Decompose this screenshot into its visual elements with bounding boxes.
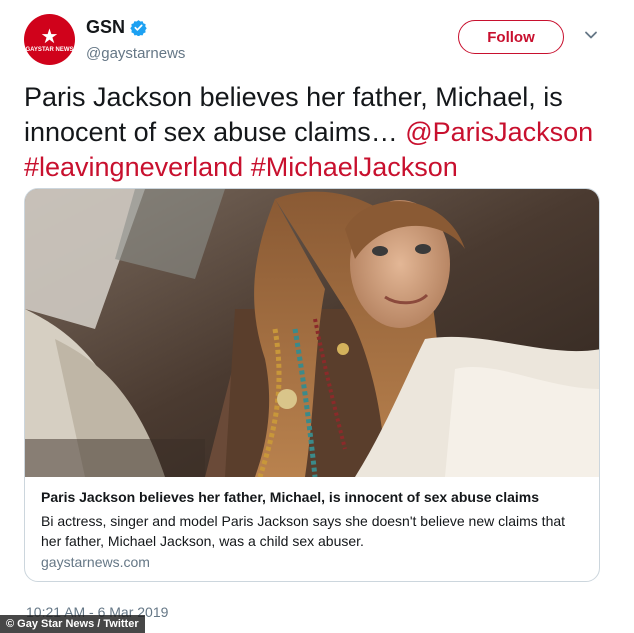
link-card[interactable]: Paris Jackson believes her father, Micha…	[24, 188, 600, 582]
avatar-label: GAYSTAR NEWS	[25, 46, 74, 53]
verified-badge-icon	[130, 20, 147, 36]
hashtag-link[interactable]: #leavingneverland	[24, 152, 243, 182]
follow-button[interactable]: Follow	[458, 20, 564, 54]
card-title[interactable]: Paris Jackson believes her father, Micha…	[41, 489, 589, 505]
card-description: Bi actress, singer and model Paris Jacks…	[41, 513, 566, 549]
chevron-down-icon[interactable]	[584, 28, 598, 42]
tweet-text: Paris Jackson believes her father, Micha…	[24, 80, 614, 185]
user-handle[interactable]: @gaystarnews	[86, 45, 185, 62]
star-icon: ★	[40, 23, 59, 48]
tweet-header: ★ GAYSTAR NEWS GSN @gaystarnews Follow	[24, 14, 610, 74]
photo-credit: © Gay Star News / Twitter	[0, 615, 145, 633]
hashtag-link[interactable]: #MichaelJackson	[251, 152, 458, 182]
avatar[interactable]: ★ GAYSTAR NEWS	[24, 14, 75, 65]
display-name[interactable]: GSN	[86, 17, 125, 38]
card-image	[25, 189, 599, 477]
mention-link[interactable]: @ParisJackson	[405, 117, 593, 147]
card-domain[interactable]: gaystarnews.com	[41, 554, 150, 570]
name-row: GSN	[86, 17, 147, 38]
